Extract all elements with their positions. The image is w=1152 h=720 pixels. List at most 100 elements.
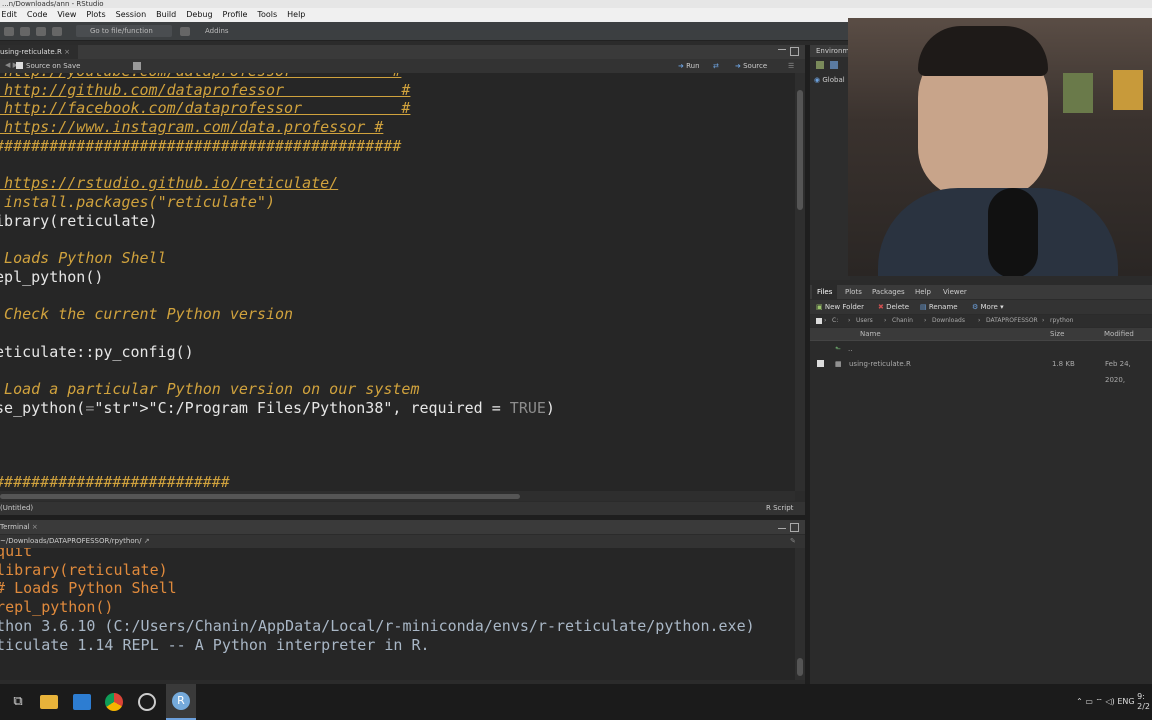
save-button[interactable] bbox=[36, 25, 49, 37]
column-modified[interactable]: Modified bbox=[1104, 328, 1134, 340]
breadcrumb-item[interactable]: Downloads bbox=[932, 315, 965, 327]
console-scroll-thumb[interactable] bbox=[797, 658, 803, 676]
microphone bbox=[988, 188, 1038, 276]
code-line[interactable]: use_python(="str">"C:/Program Files/Pyth… bbox=[0, 399, 555, 418]
menu-item-debug[interactable]: Debug bbox=[186, 8, 212, 22]
file-name[interactable]: .. bbox=[848, 341, 852, 357]
list-item[interactable]: ▦ using-reticulate.R 1.8 KB Feb 24, 2020… bbox=[810, 356, 1152, 384]
code-line[interactable]: # http://github.com/dataprofessor # bbox=[0, 81, 410, 100]
tab-packages[interactable]: Packages bbox=[872, 285, 905, 299]
more-button[interactable]: ⚙ More ▾ bbox=[972, 300, 1004, 314]
minimize-icon[interactable] bbox=[778, 49, 786, 56]
terminal-tab[interactable]: Terminal × bbox=[0, 520, 38, 534]
menu-item-help[interactable]: Help bbox=[287, 8, 305, 22]
editor-tab[interactable]: using-reticulate.R × bbox=[0, 45, 78, 59]
console-output[interactable]: > quit> library(reticulate)> # Loads Pyt… bbox=[0, 548, 795, 680]
print-button[interactable] bbox=[52, 25, 65, 37]
chrome-icon[interactable] bbox=[105, 693, 123, 711]
tab-viewer[interactable]: Viewer bbox=[943, 285, 967, 299]
menu-item-profile[interactable]: Profile bbox=[223, 8, 248, 22]
environment-tab[interactable]: Environm bbox=[810, 45, 850, 57]
menu-item-view[interactable]: View bbox=[57, 8, 76, 22]
menu-item-code[interactable]: Code bbox=[27, 8, 47, 22]
delete-button[interactable]: ✖ Delete bbox=[878, 300, 909, 314]
code-line[interactable]: ########################### bbox=[0, 473, 230, 491]
store-icon[interactable] bbox=[73, 694, 91, 710]
code-line[interactable]: # install.packages("reticulate") bbox=[0, 193, 275, 212]
maximize-icon[interactable] bbox=[790, 47, 799, 56]
scope-label[interactable]: (Untitled) bbox=[0, 502, 33, 515]
addins-button[interactable]: Addins bbox=[205, 25, 229, 37]
pane-splitter[interactable] bbox=[805, 45, 810, 684]
list-item[interactable]: ⬑ .. bbox=[810, 341, 1152, 357]
menu-item-plots[interactable]: Plots bbox=[86, 8, 105, 22]
code-line[interactable]: # https://rstudio.github.io/reticulate/ bbox=[0, 174, 338, 193]
load-workspace-icon[interactable] bbox=[816, 61, 824, 69]
open-file-button[interactable] bbox=[20, 25, 33, 37]
menu-item-session[interactable]: Session bbox=[116, 8, 147, 22]
tab-help[interactable]: Help bbox=[915, 285, 931, 299]
clock[interactable]: 9: 2/2 bbox=[1137, 692, 1150, 712]
pane-splitter[interactable] bbox=[0, 515, 805, 520]
goto-file-input[interactable]: Go to file/function bbox=[76, 25, 172, 37]
code-line[interactable]: # https://www.instagram.com/data.profess… bbox=[0, 118, 383, 137]
volume-icon[interactable]: ◁) bbox=[1106, 697, 1115, 706]
outline-icon[interactable]: ☰ bbox=[788, 59, 794, 73]
breadcrumb-item[interactable]: DATAPROFESSOR bbox=[986, 315, 1038, 327]
editor-hscroll-thumb[interactable] bbox=[0, 494, 520, 499]
wifi-icon[interactable]: ⌔ bbox=[1095, 697, 1103, 706]
global-env-dropdown[interactable]: ◉ Global bbox=[814, 75, 845, 85]
source-button[interactable]: ➜ Source bbox=[735, 59, 767, 73]
source-on-save-checkbox[interactable] bbox=[16, 62, 23, 69]
code-line[interactable]: # http://facebook.com/dataprofessor # bbox=[0, 99, 410, 118]
breadcrumb-item[interactable]: C: bbox=[832, 315, 838, 327]
tab-files[interactable]: Files bbox=[812, 285, 838, 299]
code-line[interactable]: library(reticulate) bbox=[0, 212, 158, 231]
grid-icon[interactable] bbox=[180, 25, 193, 37]
breadcrumb-item[interactable]: rpython bbox=[1050, 315, 1073, 327]
language-indicator[interactable]: ENG bbox=[1117, 697, 1134, 706]
new-folder-button[interactable]: ▣ New Folder bbox=[816, 300, 864, 314]
minimize-icon[interactable] bbox=[778, 528, 786, 529]
column-size[interactable]: Size bbox=[1050, 328, 1064, 340]
rerun-icon[interactable]: ⇄ bbox=[713, 59, 719, 73]
chevron-right-icon: › bbox=[848, 317, 851, 324]
code-editor[interactable]: # http://youtube.com/dataprofessor ## ht… bbox=[0, 73, 795, 491]
console-path[interactable]: ~/Downloads/DATAPROFESSOR/rpython/ bbox=[0, 537, 141, 545]
file-checkbox[interactable] bbox=[817, 360, 824, 367]
code-line[interactable]: reticulate::py_config() bbox=[0, 343, 194, 362]
goto-dir-icon[interactable]: ↗ bbox=[144, 537, 150, 545]
save-workspace-icon[interactable] bbox=[830, 61, 838, 69]
breadcrumb-item[interactable]: Chanin bbox=[892, 315, 913, 327]
code-line[interactable]: # Load a particular Python version on ou… bbox=[0, 380, 419, 399]
home-icon[interactable] bbox=[816, 318, 822, 324]
menu-item-edit[interactable]: Edit bbox=[1, 8, 17, 22]
maximize-icon[interactable] bbox=[790, 523, 799, 532]
close-icon[interactable]: × bbox=[64, 48, 70, 56]
code-line[interactable]: ########################################… bbox=[0, 137, 401, 156]
clear-console-icon[interactable]: ✎ bbox=[790, 535, 796, 548]
column-name[interactable]: Name bbox=[860, 328, 881, 340]
task-view-icon[interactable]: ⧉ bbox=[8, 692, 28, 712]
editor-scroll-thumb[interactable] bbox=[797, 90, 803, 210]
window-title-bar: ...n/Downloads/ann - RStudio bbox=[0, 0, 1152, 8]
network-icon[interactable]: ▭ bbox=[1085, 697, 1093, 706]
code-line[interactable]: # Check the current Python version bbox=[0, 305, 293, 324]
settings-app-icon[interactable] bbox=[138, 693, 156, 711]
wand-icon[interactable] bbox=[133, 62, 141, 70]
rstudio-taskbar-button[interactable]: R bbox=[166, 684, 196, 720]
menu-item-build[interactable]: Build bbox=[156, 8, 176, 22]
code-line[interactable]: # Loads Python Shell bbox=[0, 249, 167, 268]
file-name[interactable]: using-reticulate.R bbox=[849, 356, 911, 372]
code-line[interactable]: repl_python() bbox=[0, 268, 103, 287]
rename-button[interactable]: ▤ Rename bbox=[920, 300, 958, 314]
menu-item-tools[interactable]: Tools bbox=[257, 8, 277, 22]
close-icon[interactable]: × bbox=[32, 523, 38, 531]
file-explorer-icon[interactable] bbox=[40, 695, 58, 709]
run-button[interactable]: ➜ Run bbox=[678, 59, 700, 73]
file-type-label[interactable]: R Script bbox=[766, 502, 793, 515]
breadcrumb-item[interactable]: Users bbox=[856, 315, 873, 327]
new-file-button[interactable] bbox=[4, 25, 17, 37]
tray-chevron-icon[interactable]: ⌃ bbox=[1076, 697, 1083, 706]
tab-plots[interactable]: Plots bbox=[845, 285, 862, 299]
